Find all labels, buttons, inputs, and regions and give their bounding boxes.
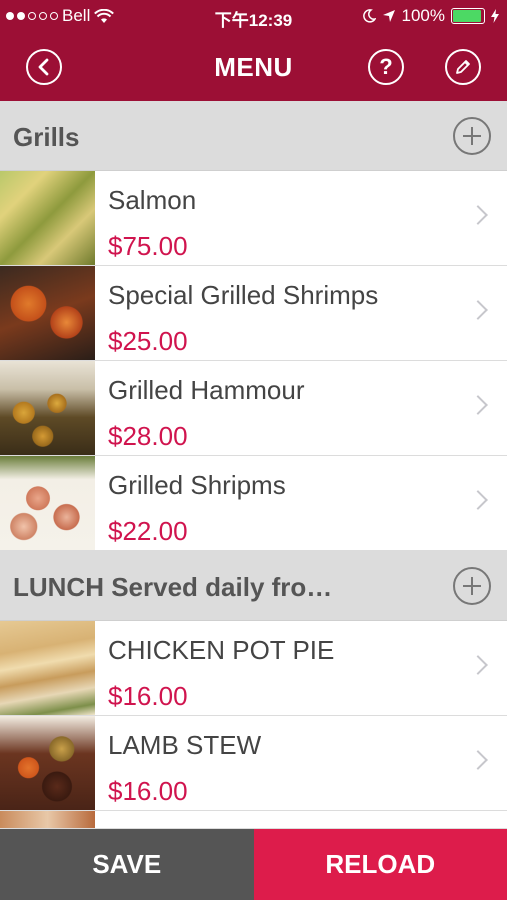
chevron-right-icon — [468, 395, 488, 415]
edit-button[interactable] — [445, 49, 481, 85]
menu-item-partial[interactable] — [0, 811, 507, 829]
dish-photo — [0, 361, 95, 455]
moon-icon — [362, 9, 376, 23]
chevron-right-icon — [468, 205, 488, 225]
bottom-action-bar: SAVE RELOAD — [0, 829, 507, 900]
item-name: LAMB STEW — [108, 730, 262, 760]
menu-item-grilled-hammour[interactable]: Grilled Hammour $28.00 — [0, 361, 507, 456]
chevron-right-icon — [468, 655, 488, 675]
section-title: Grills — [13, 122, 80, 152]
location-arrow-icon — [382, 10, 395, 22]
item-price: $16.00 — [108, 681, 188, 711]
chevron-right-icon — [468, 490, 488, 510]
item-name: Grilled Shripms — [108, 470, 286, 500]
question-icon: ? — [379, 54, 393, 79]
menu-item-chicken-pot-pie[interactable]: CHICKEN POT PIE $16.00 — [0, 621, 507, 716]
item-name: Grilled Hammour — [108, 375, 305, 405]
item-price: $75.00 — [108, 231, 188, 261]
dish-photo — [0, 171, 95, 265]
charging-bolt-icon — [491, 9, 499, 23]
item-name: CHICKEN POT PIE — [108, 635, 335, 665]
status-bar: Bell 下午12:39 100% — [0, 0, 507, 32]
chevron-right-icon — [468, 300, 488, 320]
help-button[interactable]: ? — [368, 49, 404, 85]
menu-item-special-grilled-shrimps[interactable]: Special Grilled Shrimps $25.00 — [0, 266, 507, 361]
dish-photo — [0, 716, 95, 810]
item-price: $28.00 — [108, 421, 188, 451]
item-price: $25.00 — [108, 326, 188, 356]
section-header-lunch: LUNCH Served daily fro… — [0, 551, 507, 621]
battery-icon — [451, 8, 485, 24]
section-title: LUNCH Served daily fro… — [13, 572, 333, 602]
item-price: $22.00 — [108, 516, 188, 546]
page-title: MENU — [214, 52, 293, 82]
item-price: $16.00 — [108, 776, 188, 806]
menu-item-salmon[interactable]: Salmon $75.00 — [0, 171, 507, 266]
dish-photo — [0, 266, 95, 360]
reload-button[interactable]: RELOAD — [253, 829, 507, 900]
menu-item-grilled-shripms[interactable]: Grilled Shripms $22.00 — [0, 456, 507, 551]
add-item-button[interactable] — [453, 567, 491, 605]
save-button[interactable]: SAVE — [0, 829, 254, 900]
pencil-icon — [456, 60, 470, 74]
status-right-group: 100% — [362, 6, 499, 26]
section-header-grills: Grills — [0, 101, 507, 171]
item-name: Special Grilled Shrimps — [108, 280, 379, 310]
dish-photo — [0, 811, 95, 828]
chevron-right-icon — [468, 750, 488, 770]
add-item-button[interactable] — [453, 117, 491, 155]
dish-photo — [0, 456, 95, 550]
battery-percent: 100% — [401, 6, 445, 25]
dish-photo — [0, 621, 95, 715]
menu-item-lamb-stew[interactable]: LAMB STEW $16.00 — [0, 716, 507, 811]
nav-bar: MENU ? — [0, 32, 507, 101]
item-name: Salmon — [108, 185, 197, 215]
